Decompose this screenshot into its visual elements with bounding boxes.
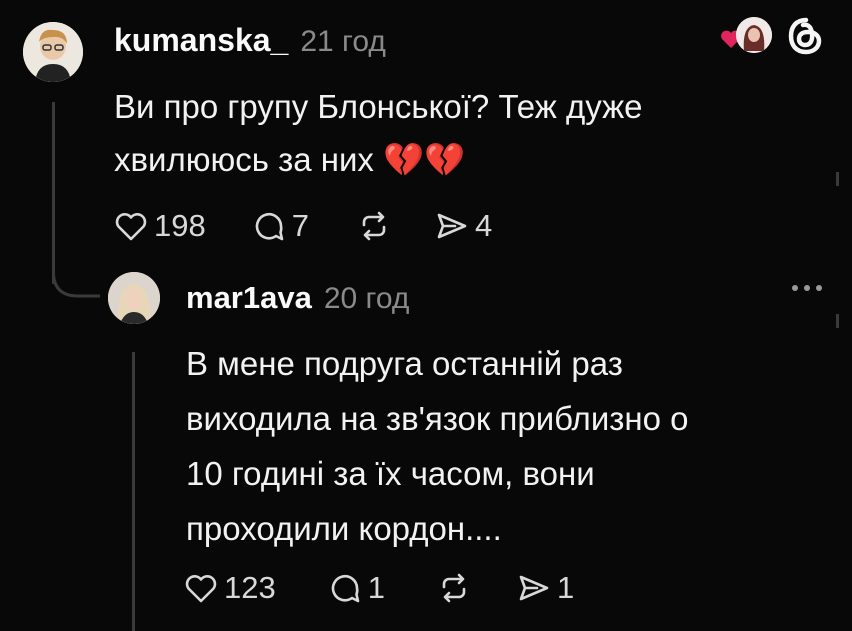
- share-button[interactable]: 4: [435, 208, 492, 244]
- thread-connector-curve: [52, 272, 100, 298]
- thread-connector-line: [52, 102, 55, 284]
- comment-button[interactable]: 7: [252, 208, 309, 244]
- reply-thread-line: [132, 352, 135, 631]
- post-text-line: хвилююсь за них 💔💔: [114, 141, 466, 178]
- liked-by-indicator[interactable]: [720, 17, 775, 57]
- avatar-mar1ava[interactable]: [108, 272, 160, 324]
- more-dot-icon: [816, 285, 822, 291]
- comment-icon: [331, 574, 360, 603]
- post-username[interactable]: kumanska_: [114, 22, 288, 59]
- send-icon: [519, 575, 549, 601]
- reply-repost-button[interactable]: [437, 571, 471, 605]
- reply-time: 20 год: [323, 282, 410, 315]
- more-options-button[interactable]: [784, 276, 830, 300]
- reply-actions: 123 1 1: [184, 568, 574, 608]
- avatar-kumanska[interactable]: [23, 22, 83, 82]
- more-dot-icon: [792, 285, 798, 291]
- avatar-person-icon: [23, 22, 83, 82]
- reply-like-button[interactable]: 123: [184, 570, 276, 606]
- comment-count: 7: [291, 208, 309, 243]
- repost-icon: [362, 211, 386, 241]
- reply-comment-count: 1: [367, 570, 385, 605]
- reply-text: В мене подруга останній раз виходила на …: [186, 336, 826, 556]
- reply-share-count: 1: [556, 570, 575, 605]
- share-count: 4: [474, 208, 493, 243]
- post-header: kumanska_ 21 год: [114, 22, 386, 62]
- like-count: 198: [154, 208, 206, 243]
- reply-comment-button[interactable]: 1: [328, 570, 385, 606]
- reply-text-line: проходили кордон....: [186, 510, 502, 547]
- reply-header: mar1ava 20 год: [186, 280, 409, 320]
- repost-icon: [442, 573, 466, 603]
- avatar-person-icon: [108, 272, 160, 324]
- heart-icon: [185, 575, 217, 603]
- repost-button[interactable]: [357, 209, 391, 243]
- post-time: 21 год: [300, 25, 386, 58]
- post-text: Ви про групу Блонської? Теж дуже хвилююс…: [114, 80, 814, 186]
- reply-like-count: 123: [224, 570, 276, 605]
- reply-share-button[interactable]: 1: [517, 570, 574, 606]
- heart-icon: [115, 213, 147, 241]
- threads-logo-icon[interactable]: [784, 14, 828, 58]
- post-text-line: Ви про групу Блонської? Теж дуже: [114, 88, 643, 125]
- reply-username[interactable]: mar1ava: [186, 280, 312, 316]
- more-dot-icon: [804, 285, 810, 291]
- reply-text-line: виходила на зв'язок приблизно о: [186, 400, 689, 437]
- comment-icon: [255, 212, 284, 241]
- liked-avatar-icon: [736, 17, 772, 53]
- reply-text-line: 10 годині за їх часом, вони: [186, 455, 595, 492]
- scroll-indicator: [836, 172, 839, 186]
- send-icon: [437, 213, 467, 239]
- like-button[interactable]: 198: [114, 208, 206, 244]
- post-actions: 198 7 4: [114, 206, 492, 246]
- scroll-indicator: [836, 314, 839, 328]
- reply-text-line: В мене подруга останній раз: [186, 345, 623, 382]
